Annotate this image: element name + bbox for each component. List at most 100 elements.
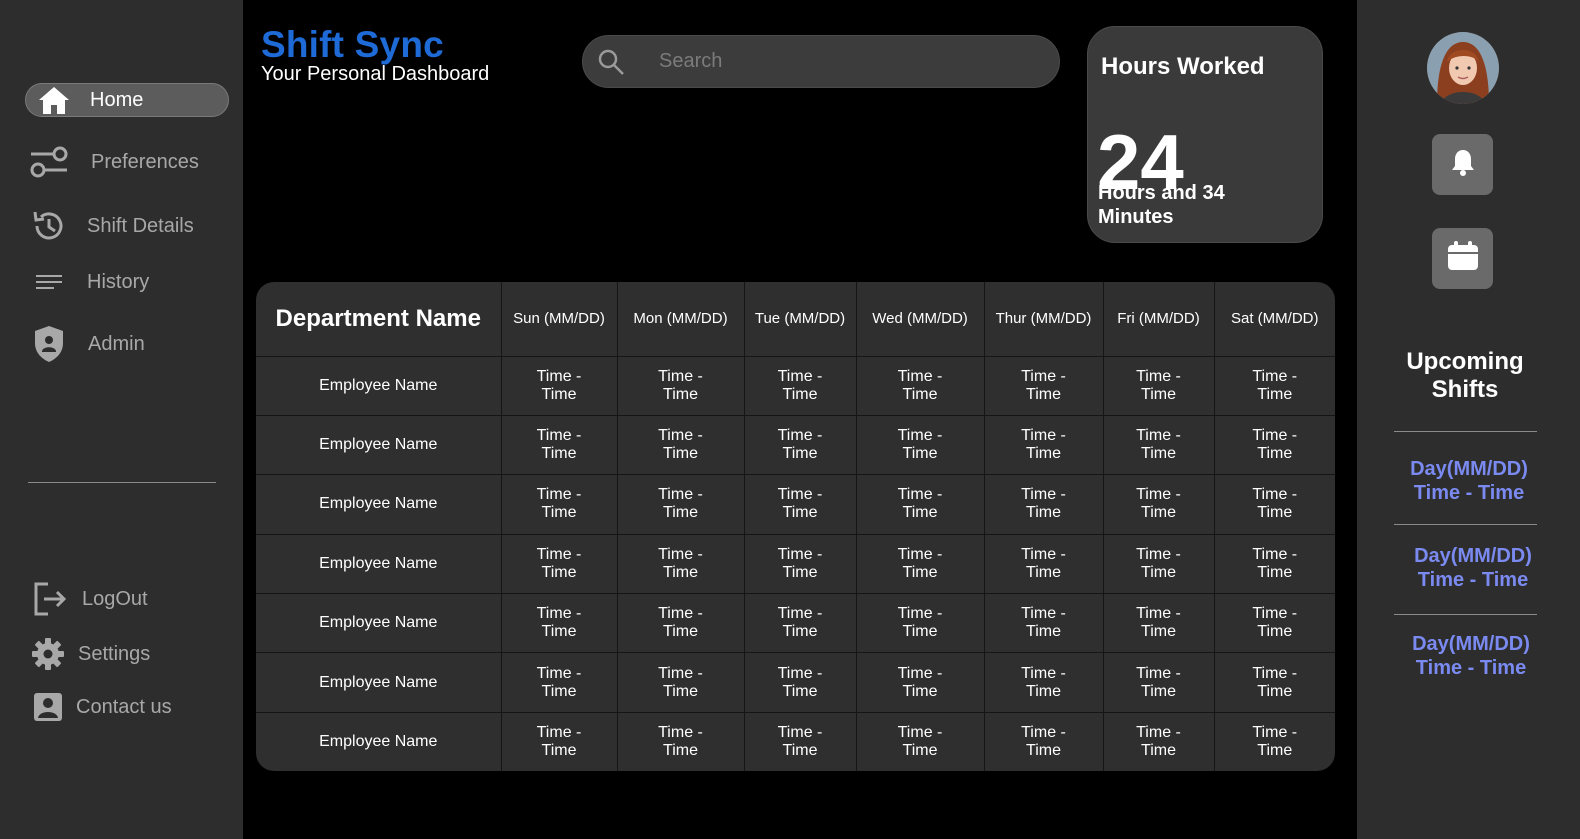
avatar[interactable] bbox=[1427, 32, 1499, 104]
shift-cell[interactable]: Time - Time bbox=[500, 355, 618, 416]
search-input[interactable] bbox=[659, 50, 1019, 73]
shift-time-text: Time - Time bbox=[1252, 605, 1298, 641]
shift-cell[interactable]: Time - Time bbox=[983, 593, 1104, 654]
nav-item-home[interactable]: Home bbox=[25, 83, 229, 117]
shift-cell[interactable]: Time - Time bbox=[1102, 414, 1215, 476]
nav-item-shift-details[interactable]: Shift Details bbox=[29, 206, 194, 246]
shift-time: Time - Time bbox=[1415, 657, 1527, 679]
search-bar[interactable] bbox=[582, 35, 1060, 88]
shift-cell[interactable]: Time - Time bbox=[500, 652, 618, 713]
shift-time-text: Time - Time bbox=[1136, 486, 1181, 522]
shift-cell[interactable]: Time - Time bbox=[743, 474, 857, 535]
shift-cell[interactable]: Time - Time bbox=[855, 474, 985, 535]
calendar-button[interactable] bbox=[1432, 228, 1493, 289]
shift-cell[interactable]: Time - Time bbox=[983, 355, 1104, 416]
shift-cell[interactable]: Time - Time bbox=[855, 533, 985, 595]
shift-time-text: Time - Time bbox=[1021, 367, 1066, 403]
nav-item-admin[interactable]: Admin bbox=[29, 324, 145, 364]
shift-time-text: Time - Time bbox=[536, 664, 582, 700]
table-row: Employee Name Time - Time Time - Time Time … bbox=[256, 711, 1335, 771]
shift-time-text: Time - Time bbox=[658, 545, 703, 581]
employee-name: Employee Name bbox=[256, 652, 502, 713]
shift-time-text: Time - Time bbox=[658, 723, 703, 759]
table-row: Employee Name Time - Time Time - Time Time … bbox=[256, 593, 1335, 654]
shift-cell[interactable]: Time - Time bbox=[983, 414, 1104, 476]
shift-cell[interactable]: Time - Time bbox=[1102, 652, 1215, 713]
shift-cell[interactable]: Time - Time bbox=[855, 355, 985, 416]
calendar-icon bbox=[1447, 241, 1479, 276]
shift-cell[interactable]: Time - Time bbox=[500, 474, 618, 535]
shift-cell[interactable]: Time - Time bbox=[1213, 414, 1335, 476]
nav-item-settings[interactable]: Settings bbox=[28, 634, 150, 674]
shift-cell[interactable]: Time - Time bbox=[1213, 355, 1335, 416]
nav-item-history[interactable]: History bbox=[29, 262, 149, 302]
column-header: Wed (MM/DD) bbox=[855, 282, 985, 357]
employee-name: Employee Name bbox=[256, 593, 502, 654]
table-row: Employee Name Time - Time Time - Time Time … bbox=[256, 652, 1335, 713]
shift-cell[interactable]: Time - Time bbox=[500, 414, 618, 476]
shift-cell[interactable]: Time - Time bbox=[616, 711, 745, 771]
table-row: Employee Name Time - Time Time - Time Time … bbox=[256, 414, 1335, 476]
shift-time-text: Time - Time bbox=[897, 427, 943, 463]
shift-time-text: Time - Time bbox=[897, 605, 943, 641]
shift-cell[interactable]: Time - Time bbox=[1102, 355, 1215, 416]
shift-cell[interactable]: Time - Time bbox=[1213, 533, 1335, 595]
nav-item-preferences[interactable]: Preferences bbox=[29, 142, 199, 182]
shift-cell[interactable]: Time - Time bbox=[855, 593, 985, 654]
nav-item-label: Home bbox=[90, 88, 144, 111]
notifications-button[interactable] bbox=[1432, 134, 1493, 195]
shift-time-text: Time - Time bbox=[897, 486, 943, 522]
shift-cell[interactable]: Time - Time bbox=[1102, 711, 1215, 771]
shift-cell[interactable]: Time - Time bbox=[616, 533, 745, 595]
nav-item-contact[interactable]: Contact us bbox=[28, 687, 172, 727]
shift-cell[interactable]: Time - Time bbox=[1102, 533, 1215, 595]
shift-cell[interactable]: Time - Time bbox=[743, 414, 857, 476]
shift-time-text: Time - Time bbox=[897, 723, 943, 759]
column-header: Mon (MM/DD) bbox=[616, 282, 745, 357]
shift-cell[interactable]: Time - Time bbox=[855, 414, 985, 476]
shift-cell[interactable]: Time - Time bbox=[500, 711, 618, 771]
shift-cell[interactable]: Time - Time bbox=[1213, 652, 1335, 713]
shift-cell[interactable]: Time - Time bbox=[500, 533, 618, 595]
shift-cell[interactable]: Time - Time bbox=[983, 533, 1104, 595]
shift-cell[interactable]: Time - Time bbox=[1213, 711, 1335, 771]
shift-cell[interactable]: Time - Time bbox=[616, 593, 745, 654]
shift-time-text: Time - Time bbox=[1252, 427, 1298, 463]
shift-cell[interactable]: Time - Time bbox=[743, 533, 857, 595]
shift-time-text: Time - Time bbox=[658, 427, 703, 463]
shift-cell[interactable]: Time - Time bbox=[983, 711, 1104, 771]
shift-day: Day(MM/DD) bbox=[1412, 633, 1530, 655]
shift-cell[interactable]: Time - Time bbox=[616, 355, 745, 416]
shift-cell[interactable]: Time - Time bbox=[500, 593, 618, 654]
column-header: Sat (MM/DD) bbox=[1213, 282, 1335, 357]
shift-cell[interactable]: Time - Time bbox=[855, 711, 985, 771]
shift-cell[interactable]: Time - Time bbox=[743, 711, 857, 771]
shift-cell[interactable]: Time - Time bbox=[1102, 474, 1215, 535]
shift-time-text: Time - Time bbox=[777, 545, 823, 581]
search-icon[interactable] bbox=[597, 48, 625, 76]
shift-cell[interactable]: Time - Time bbox=[1102, 593, 1215, 654]
shift-cell[interactable]: Time - Time bbox=[1213, 474, 1335, 535]
shift-time-text: Time - Time bbox=[1136, 545, 1181, 581]
upcoming-shift[interactable]: Day(MM/DD) Time - Time bbox=[1389, 457, 1549, 505]
shift-time-text: Time - Time bbox=[1021, 664, 1066, 700]
shift-cell[interactable]: Time - Time bbox=[1213, 593, 1335, 654]
nav-item-logout[interactable]: LogOut bbox=[30, 579, 148, 619]
shift-cell[interactable]: Time - Time bbox=[616, 652, 745, 713]
shield-icon bbox=[29, 324, 69, 364]
hours-worked-title: Hours Worked bbox=[1101, 53, 1265, 80]
shift-cell[interactable]: Time - Time bbox=[983, 474, 1104, 535]
shift-time-text: Time - Time bbox=[897, 664, 943, 700]
shift-cell[interactable]: Time - Time bbox=[983, 652, 1104, 713]
shift-cell[interactable]: Time - Time bbox=[743, 593, 857, 654]
shift-cell[interactable]: Time - Time bbox=[743, 652, 857, 713]
upcoming-shift[interactable]: Day(MM/DD) Time - Time bbox=[1393, 544, 1553, 592]
shift-time-text: Time - Time bbox=[1136, 723, 1181, 759]
upcoming-shift[interactable]: Day(MM/DD) Time - Time bbox=[1391, 632, 1551, 680]
sidebar-divider bbox=[28, 482, 216, 483]
shift-cell[interactable]: Time - Time bbox=[855, 652, 985, 713]
shift-time: Time - Time bbox=[1413, 482, 1525, 504]
shift-cell[interactable]: Time - Time bbox=[743, 355, 857, 416]
shift-cell[interactable]: Time - Time bbox=[616, 474, 745, 535]
shift-cell[interactable]: Time - Time bbox=[616, 414, 745, 476]
